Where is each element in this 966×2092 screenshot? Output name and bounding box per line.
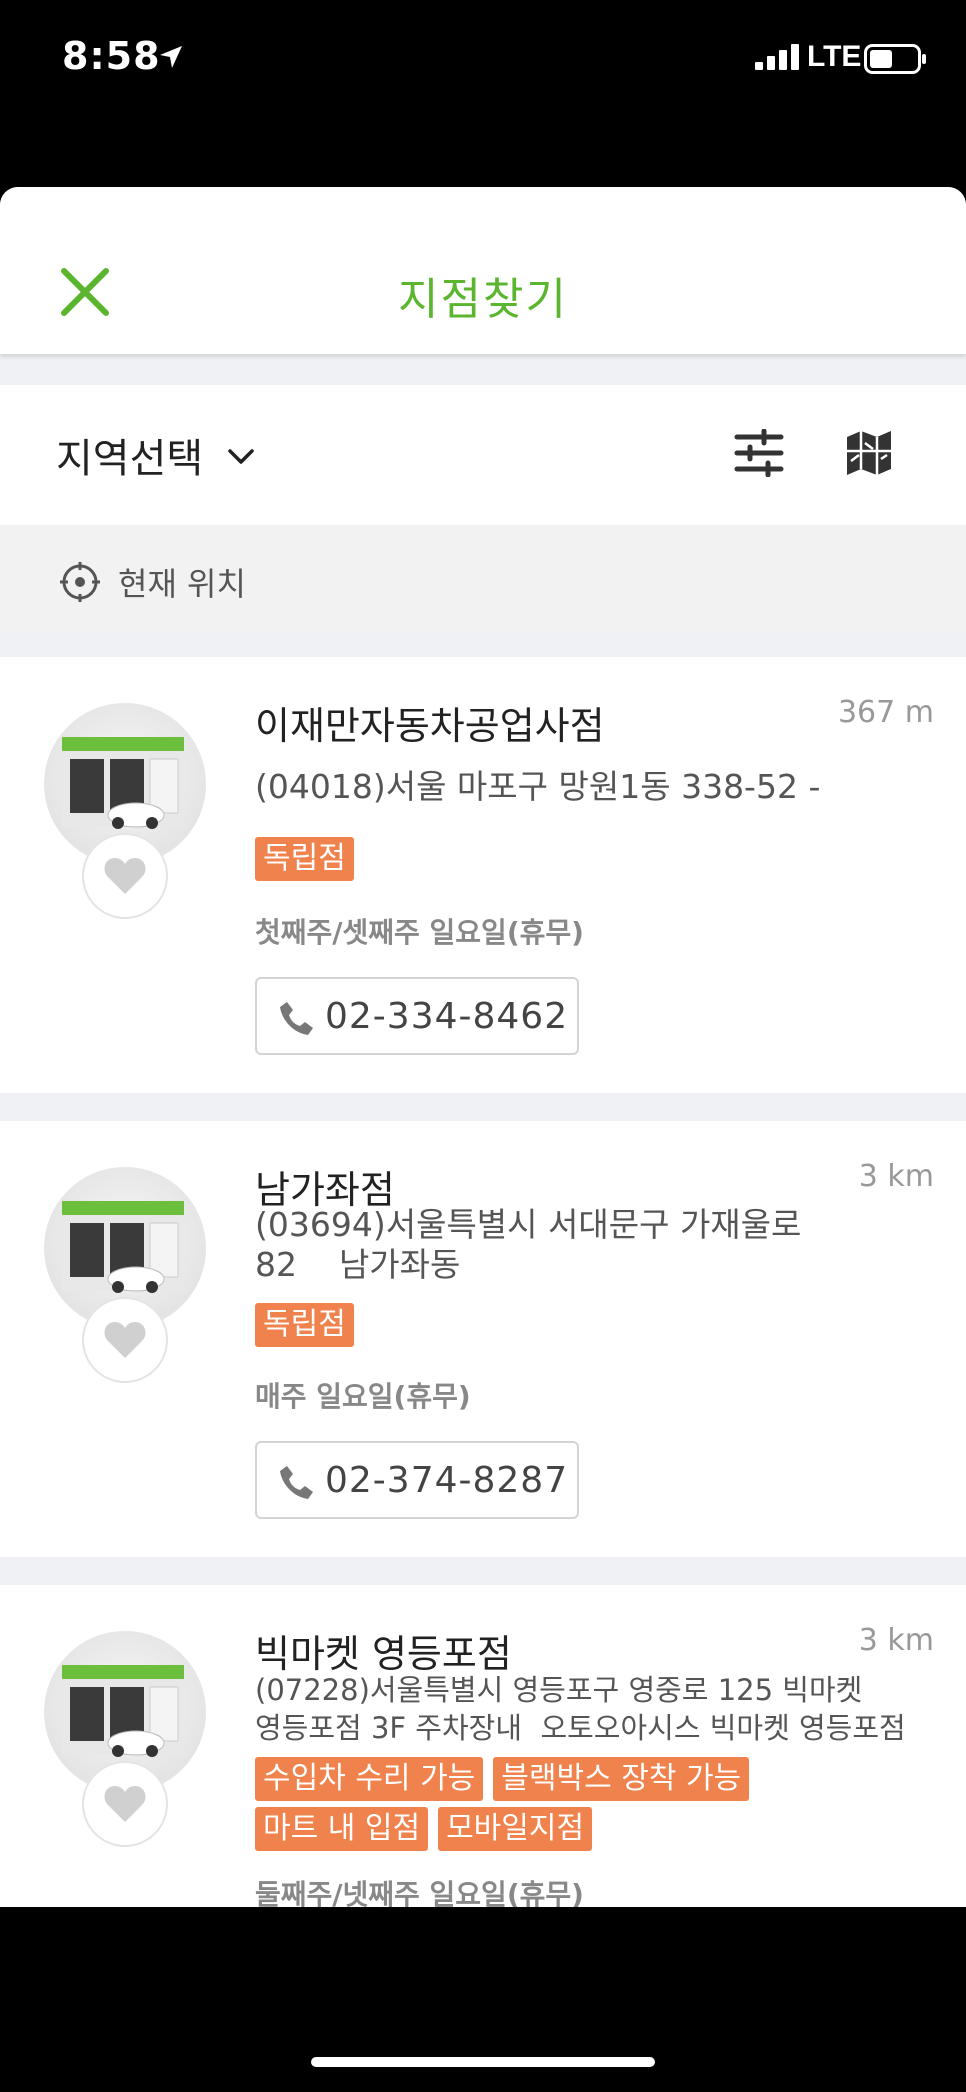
address-line: (04018)서울 마포구 망원1동 338-52 -	[255, 767, 821, 806]
tag-row: 독립점	[255, 837, 354, 881]
heart-icon	[104, 1322, 146, 1358]
address-line: 82 남가좌동	[255, 1245, 461, 1284]
store-tag: 수입차 수리 가능	[255, 1757, 484, 1801]
store-tag: 마트 내 입점	[255, 1807, 429, 1851]
store-distance: 3 km	[858, 1623, 934, 1658]
current-location-button[interactable]: 현재 위치	[0, 525, 966, 633]
store-address: (04018)서울 마포구 망원1동 338-52 -	[255, 767, 855, 807]
store-hours: 매주 일요일(휴무)	[255, 1380, 471, 1413]
call-button[interactable]: 02-334-8462	[255, 977, 579, 1055]
branch-finder-sheet: 지점찾기 지역선택 현재 위치 이재만자동차공업사점 367 m (04018)…	[0, 187, 966, 1907]
phone-number: 02-334-8462	[325, 995, 569, 1037]
favorite-button[interactable]	[82, 1297, 168, 1383]
crosshair-icon	[60, 562, 100, 602]
location-arrow-icon	[160, 46, 182, 68]
store-tag: 독립점	[255, 837, 354, 881]
store-card[interactable]: 빅마켓 영등포점 3 km (07228)서울특별시 영등포구 영중로 125 …	[0, 1585, 966, 1907]
heart-icon	[104, 858, 146, 894]
tag-row: 독립점	[255, 1303, 354, 1347]
store-name: 빅마켓 영등포점	[255, 1632, 512, 1676]
signal-icon	[755, 44, 799, 70]
network-type: LTE	[807, 40, 862, 73]
favorite-button[interactable]	[82, 833, 168, 919]
page-title: 지점찾기	[398, 274, 568, 325]
region-select-label: 지역선택	[56, 436, 204, 482]
store-tag: 독립점	[255, 1303, 354, 1347]
tag-row: 마트 내 입점 모바일지점	[255, 1807, 593, 1851]
store-hours: 둘째주/넷째주 일요일(휴무)	[255, 1878, 584, 1907]
map-icon[interactable]	[845, 429, 893, 477]
store-address: (07228)서울특별시 영등포구 영중로 125 빅마켓 영등포점 3F 주차…	[255, 1671, 935, 1747]
filter-bar: 지역선택	[0, 385, 966, 525]
battery-icon	[864, 44, 926, 74]
store-card[interactable]: 남가좌점 3 km (03694)서울특별시 서대문구 가재울로 82 남가좌동…	[0, 1121, 966, 1557]
nav-bar: 지점찾기	[0, 187, 966, 354]
favorite-button[interactable]	[82, 1761, 168, 1847]
address-line: 영등포점 3F 주차장내 오토오아시스 빅마켓 영등포점	[255, 1711, 906, 1745]
store-distance: 367 m	[837, 695, 934, 730]
store-name: 이재만자동차공업사점	[255, 704, 605, 748]
tag-row: 수입차 수리 가능 블랙박스 장착 가능	[255, 1757, 750, 1801]
region-select[interactable]: 지역선택	[56, 425, 255, 485]
status-time: 8:58	[62, 34, 161, 78]
chevron-down-icon	[228, 449, 254, 464]
store-address: (03694)서울특별시 서대문구 가재울로 82 남가좌동	[255, 1205, 855, 1285]
store-hours: 첫째주/셋째주 일요일(휴무)	[255, 916, 584, 949]
heart-icon	[104, 1786, 146, 1822]
status-bar: 8:58 LTE	[0, 0, 966, 120]
store-distance: 3 km	[858, 1159, 934, 1194]
phone-icon	[280, 1002, 313, 1035]
phone-icon	[280, 1466, 313, 1499]
home-indicator	[311, 2057, 655, 2067]
address-line: (07228)서울특별시 영등포구 영중로 125 빅마켓	[255, 1673, 863, 1707]
phone-number: 02-374-8287	[325, 1459, 569, 1501]
address-line: (03694)서울특별시 서대문구 가재울로	[255, 1205, 802, 1244]
call-button[interactable]: 02-374-8287	[255, 1441, 579, 1519]
current-location-label: 현재 위치	[118, 565, 246, 603]
filter-settings-icon[interactable]	[734, 429, 784, 477]
store-card[interactable]: 이재만자동차공업사점 367 m (04018)서울 마포구 망원1동 338-…	[0, 657, 966, 1093]
store-tag: 모바일지점	[438, 1807, 593, 1851]
store-tag: 블랙박스 장착 가능	[493, 1757, 750, 1801]
